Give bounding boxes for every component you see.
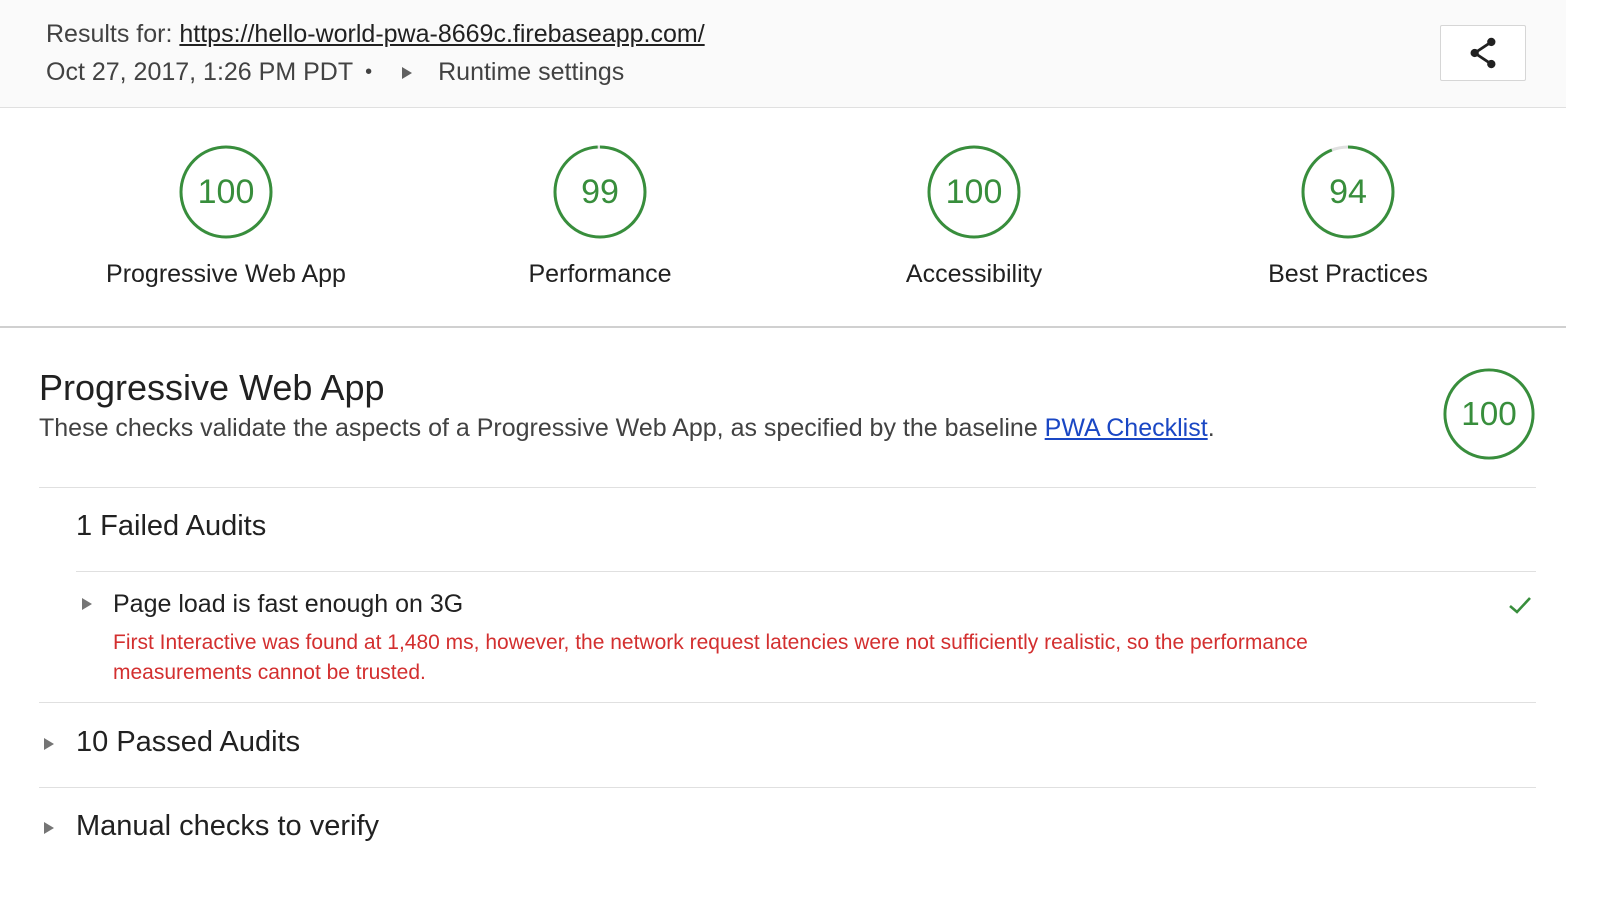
pwa-checklist-link[interactable]: PWA Checklist xyxy=(1045,414,1208,442)
passed-audits-toggle[interactable]: 10 Passed Audits xyxy=(76,726,300,759)
audit-error-message: First Interactive was found at 1,480 ms,… xyxy=(113,631,1308,684)
meta-line: Oct 27, 2017, 1:26 PM PDT • Runtime sett… xyxy=(46,58,624,87)
gauge-score: 100 xyxy=(946,173,1003,211)
description-period: . xyxy=(1207,414,1215,442)
audit-title[interactable]: Page load is fast enough on 3G xyxy=(113,590,463,619)
manual-expand-icon[interactable] xyxy=(44,822,54,834)
section-description-text: These checks validate the aspects of a P… xyxy=(39,414,1045,442)
gauge-progressive-web-app[interactable]: 100 Progressive Web App xyxy=(76,144,376,289)
score-gauges: 100 Progressive Web App 99 Performance 1… xyxy=(0,108,1566,328)
right-margin xyxy=(1566,0,1600,905)
share-button[interactable] xyxy=(1440,25,1526,81)
divider xyxy=(39,702,1536,703)
passed-expand-icon[interactable] xyxy=(44,738,54,750)
section-gauge-ring: 100 xyxy=(1443,368,1535,460)
results-prefix: Results for: xyxy=(46,20,173,48)
divider xyxy=(76,571,1536,572)
gauge-score: 94 xyxy=(1329,173,1367,211)
divider xyxy=(39,487,1536,488)
gauge-label: Accessibility xyxy=(905,260,1043,288)
separator-dot: • xyxy=(365,61,373,83)
manual-checks-toggle[interactable]: Manual checks to verify xyxy=(76,810,379,843)
results-url-link[interactable]: https://hello-world-pwa-8669c.firebaseap… xyxy=(179,20,704,48)
gauge-ring: 100 xyxy=(179,145,273,239)
report-timestamp: Oct 27, 2017, 1:26 PM PDT xyxy=(46,58,354,86)
gauge-label: Progressive Web App xyxy=(106,260,346,288)
section-description: These checks validate the aspects of a P… xyxy=(39,414,1215,443)
gauge-score: 99 xyxy=(581,173,619,211)
gauge-ring: 100 xyxy=(927,145,1021,239)
report-header: Results for: https://hello-world-pwa-866… xyxy=(0,0,1566,108)
gauge-best-practices[interactable]: 94 Best Practices xyxy=(1198,144,1498,289)
audit-expand-icon[interactable] xyxy=(82,598,92,610)
section-title: Progressive Web App xyxy=(39,367,385,408)
gauge-ring: 94 xyxy=(1301,145,1395,239)
checkmark-icon xyxy=(1508,595,1532,620)
gauge-performance[interactable]: 99 Performance xyxy=(450,144,750,289)
section-score-gauge: 100 xyxy=(1442,367,1536,466)
gauge-ring: 99 xyxy=(553,145,647,239)
gauge-label: Best Practices xyxy=(1268,260,1428,288)
failed-audits-heading: 1 Failed Audits xyxy=(76,510,267,542)
divider xyxy=(39,787,1536,788)
gauge-score: 100 xyxy=(198,173,255,211)
runtime-settings-toggle[interactable]: Runtime settings xyxy=(438,58,624,87)
gauge-label: Performance xyxy=(528,260,672,288)
runtime-expand-icon[interactable] xyxy=(402,66,413,79)
share-icon xyxy=(1470,37,1496,69)
section-score: 100 xyxy=(1461,396,1517,433)
gauge-accessibility[interactable]: 100 Accessibility xyxy=(824,144,1124,289)
results-line: Results for: https://hello-world-pwa-866… xyxy=(46,20,705,49)
